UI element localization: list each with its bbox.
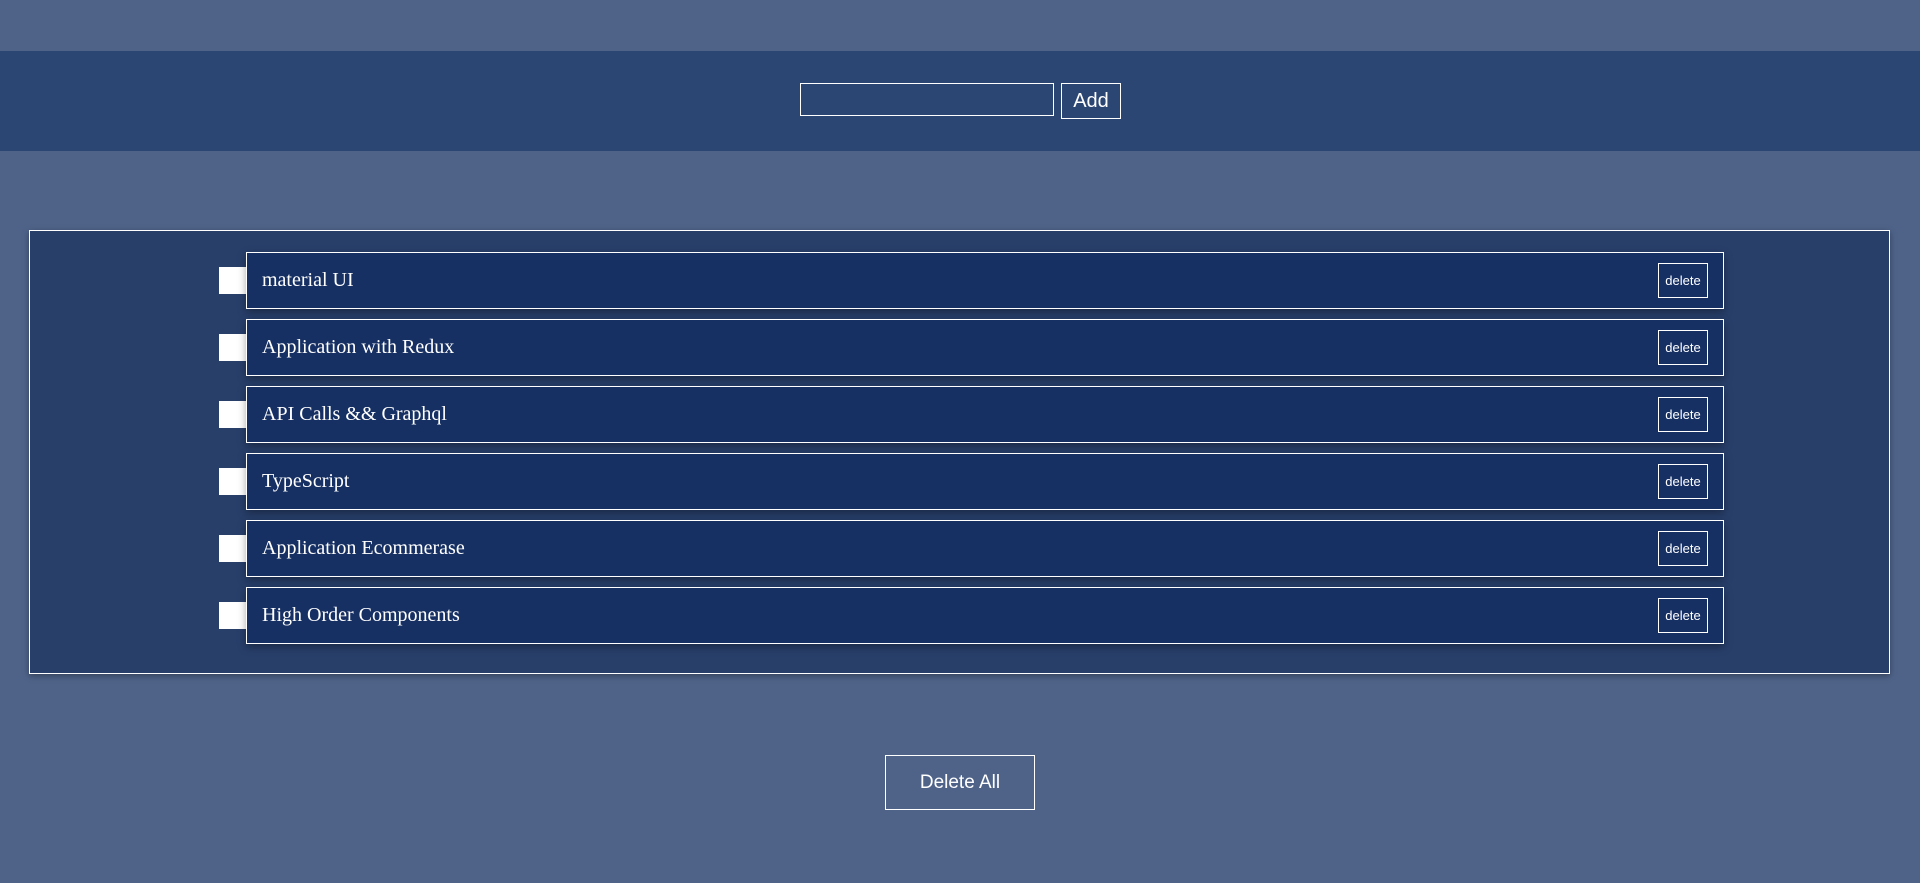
todo-checkbox[interactable] (219, 535, 246, 562)
todo-item: API Calls && Graphql delete (246, 386, 1724, 443)
todo-text: High Order Components (262, 604, 460, 626)
delete-button[interactable]: delete (1658, 598, 1708, 633)
todo-checkbox[interactable] (219, 468, 246, 495)
new-todo-input[interactable] (800, 83, 1054, 116)
todo-text: Application Ecommerase (262, 537, 465, 559)
delete-all-button[interactable]: Delete All (885, 755, 1035, 810)
todo-row: High Order Components delete (219, 587, 1724, 644)
todo-item: Application Ecommerase delete (246, 520, 1724, 577)
delete-button[interactable]: delete (1658, 330, 1708, 365)
todo-text: API Calls && Graphql (262, 403, 447, 425)
delete-button[interactable]: delete (1658, 263, 1708, 298)
todo-row: Application with Redux delete (219, 319, 1724, 376)
delete-button[interactable]: delete (1658, 397, 1708, 432)
delete-button[interactable]: delete (1658, 531, 1708, 566)
todo-checkbox[interactable] (219, 267, 246, 294)
todo-row: TypeScript delete (219, 453, 1724, 510)
todo-text: TypeScript (262, 470, 350, 492)
todo-item: TypeScript delete (246, 453, 1724, 510)
todo-text: Application with Redux (262, 336, 455, 358)
todo-item: material UI delete (246, 252, 1724, 309)
todo-checkbox[interactable] (219, 334, 246, 361)
todo-row: API Calls && Graphql delete (219, 386, 1724, 443)
todo-list-panel: material UI delete Application with Redu… (29, 230, 1890, 674)
todo-row: material UI delete (219, 252, 1724, 309)
add-button[interactable]: Add (1061, 83, 1121, 119)
todo-checkbox[interactable] (219, 401, 246, 428)
todo-item: Application with Redux delete (246, 319, 1724, 376)
todo-checkbox[interactable] (219, 602, 246, 629)
todo-row: Application Ecommerase delete (219, 520, 1724, 577)
todo-text: material UI (262, 269, 354, 291)
todo-item: High Order Components delete (246, 587, 1724, 644)
delete-button[interactable]: delete (1658, 464, 1708, 499)
